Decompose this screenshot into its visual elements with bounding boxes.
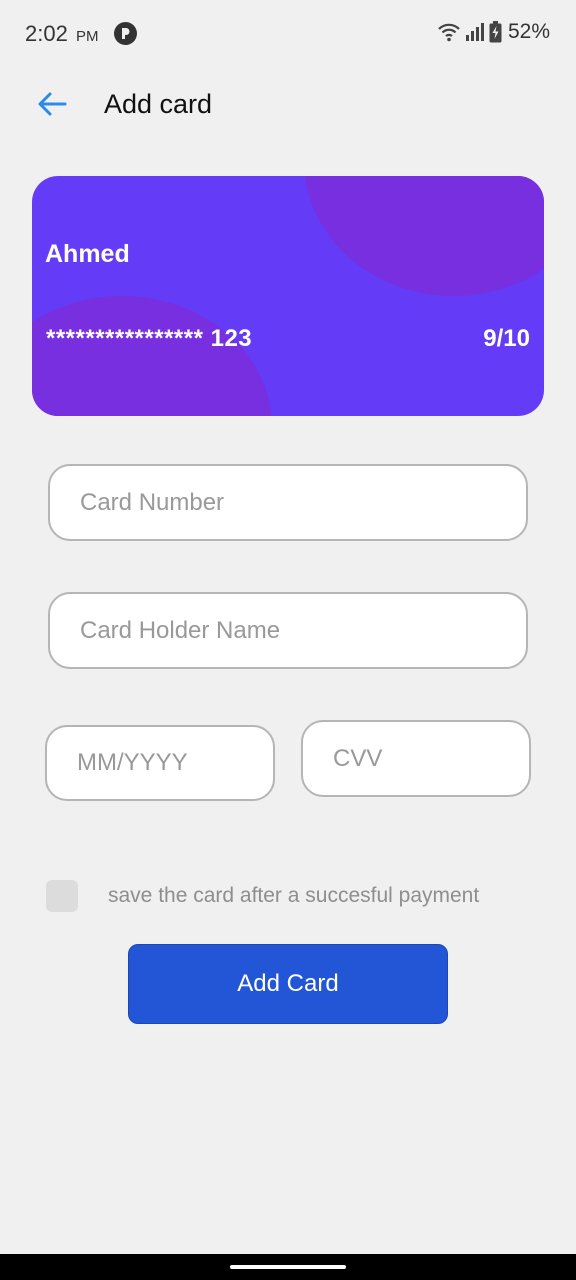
app-notification-icon xyxy=(114,22,137,45)
battery-icon xyxy=(489,21,502,43)
cvv-input[interactable] xyxy=(301,720,531,797)
card-holder-display: Ahmed xyxy=(45,240,130,268)
status-right-group: 52% xyxy=(437,20,550,44)
credit-card-preview: Ahmed **************** 123 9/10 xyxy=(32,176,544,416)
back-button[interactable] xyxy=(34,86,70,122)
page-title: Add card xyxy=(104,89,213,119)
system-nav-bar xyxy=(0,1254,576,1280)
status-time-value: 2:02 xyxy=(25,21,68,46)
save-card-label: save the card after a succesful payment xyxy=(108,884,480,907)
status-ampm: PM xyxy=(75,28,99,45)
status-bar: 2:02 PM 52% xyxy=(0,0,576,66)
save-card-checkbox[interactable] xyxy=(46,880,78,912)
status-time: 2:02 PM xyxy=(25,21,98,47)
card-decoration-top xyxy=(304,176,544,296)
card-number-display: **************** 123 xyxy=(46,325,253,352)
signal-icon xyxy=(465,23,484,41)
battery-percent: 52% xyxy=(507,20,550,43)
card-expiry-display: 9/10 xyxy=(483,325,530,352)
card-holder-name-input[interactable] xyxy=(48,592,528,669)
card-number-input[interactable] xyxy=(48,464,528,541)
wifi-icon xyxy=(438,23,460,42)
card-decoration-bottom xyxy=(32,296,272,416)
home-gesture-handle[interactable] xyxy=(230,1265,346,1269)
expiry-date-input[interactable] xyxy=(45,725,275,801)
arrow-left-icon xyxy=(38,92,67,116)
add-card-button[interactable]: Add Card xyxy=(128,944,448,1024)
add-card-screen: 2:02 PM 52% Add card Ahmed *************… xyxy=(0,0,576,1280)
